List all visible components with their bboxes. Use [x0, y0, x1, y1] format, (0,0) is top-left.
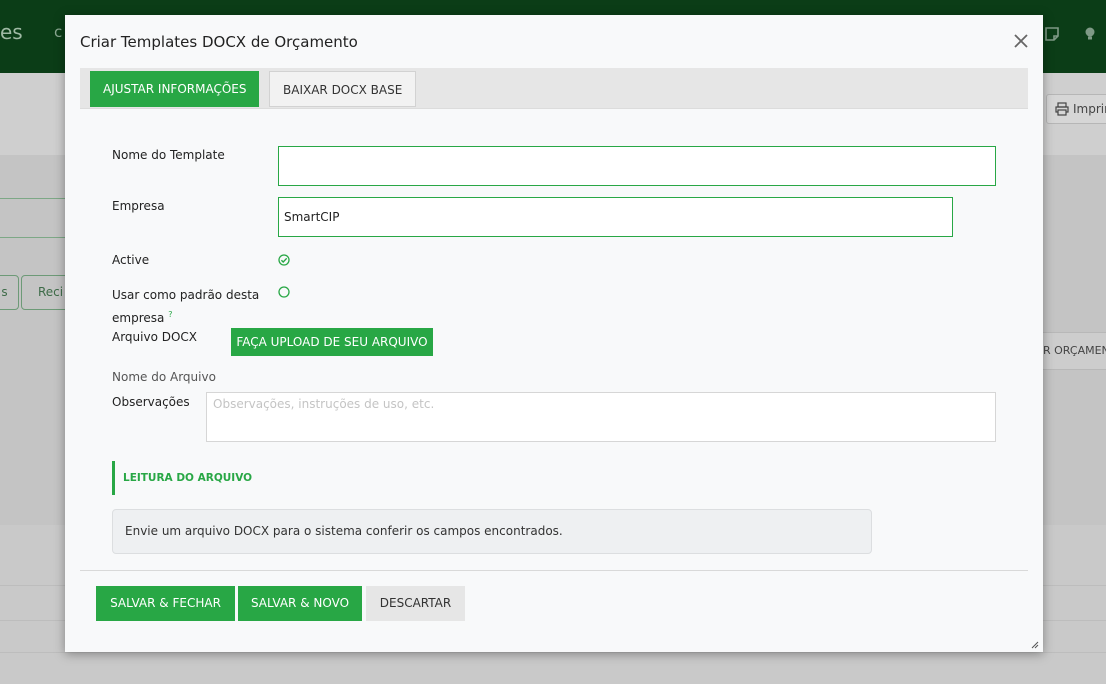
empresa-label: Empresa	[112, 199, 165, 213]
app-filter-button-label: s	[1, 285, 8, 299]
help-icon[interactable]: ?	[168, 310, 172, 319]
close-icon[interactable]	[1011, 31, 1031, 51]
print-label: Imprimir	[1073, 102, 1106, 116]
upload-file-button[interactable]: FAÇA UPLOAD DE SEU ARQUIVO	[231, 328, 433, 356]
app-orcamento-label: R ORÇAMENTO	[1043, 344, 1106, 357]
default-company-label-text: Usar como padrão desta empresa	[112, 288, 260, 325]
filename-label: Nome do Arquivo	[112, 370, 216, 384]
printer-icon	[1055, 102, 1069, 116]
file-reading-section-title: LEITURA DO ARQUIVO	[112, 461, 252, 495]
tab-ajustar-informacoes[interactable]: AJUSTAR INFORMAÇÕES	[90, 71, 260, 107]
app-brand-fragment: es	[0, 20, 23, 44]
save-new-button[interactable]: SALVAR & NOVO	[238, 586, 362, 621]
discard-button[interactable]: DESCARTAR	[366, 586, 465, 621]
app-filter-button[interactable]: s	[0, 275, 19, 310]
app-filter-input[interactable]	[0, 198, 70, 238]
footer-divider	[80, 570, 1028, 571]
default-company-label: Usar como padrão desta empresa ?	[112, 285, 272, 328]
app-recibo-button-label: Reci	[38, 285, 64, 299]
notes-label: Observações	[112, 395, 190, 409]
docx-file-label: Arquivo DOCX	[112, 330, 198, 344]
empresa-input[interactable]: SmartCIP	[278, 197, 953, 237]
tab-baixar-docx-base[interactable]: BAIXAR DOCX BASE	[269, 71, 417, 107]
notes-textarea[interactable]: Observações, instruções de uso, etc.	[206, 392, 996, 442]
app-recibo-button[interactable]: Reci	[21, 275, 71, 310]
default-company-checkbox[interactable]	[278, 286, 290, 298]
template-name-input[interactable]	[278, 146, 996, 186]
create-template-modal: Criar Templates DOCX de Orçamento AJUSTA…	[65, 15, 1043, 652]
app-row-divider	[0, 652, 1106, 653]
modal-title: Criar Templates DOCX de Orçamento	[80, 33, 358, 51]
active-label: Active	[112, 253, 150, 267]
note-icon[interactable]	[1044, 26, 1060, 42]
file-reading-message: Envie um arquivo DOCX para o sistema con…	[112, 509, 872, 554]
resize-handle-icon[interactable]	[1029, 639, 1039, 649]
active-checkbox[interactable]	[278, 254, 290, 266]
app-nav-fragment: c	[54, 23, 63, 41]
save-close-button[interactable]: SALVAR & FECHAR	[96, 586, 235, 621]
print-button[interactable]: Imprimir	[1046, 94, 1106, 124]
modal-tabs: AJUSTAR INFORMAÇÕES BAIXAR DOCX BASE	[80, 68, 1028, 109]
template-name-label: Nome do Template	[112, 148, 225, 162]
lightbulb-icon[interactable]	[1082, 26, 1098, 42]
